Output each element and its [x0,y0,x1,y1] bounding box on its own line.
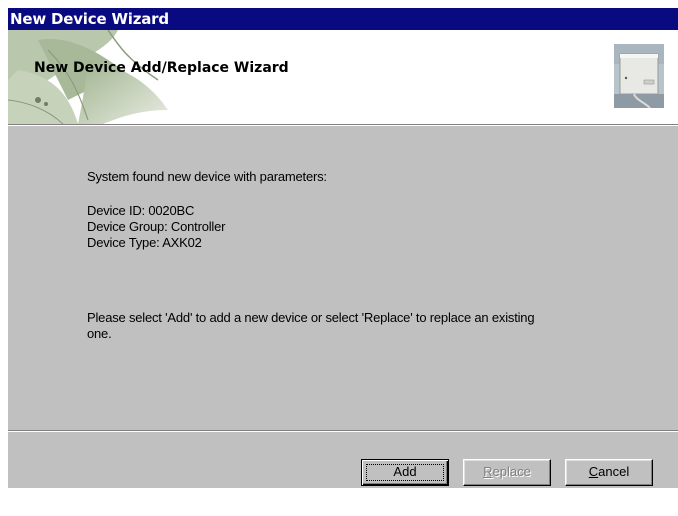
add-button-label: Add [393,464,417,479]
replace-button-label: eplace [492,464,531,479]
window-title: New Device Wizard [10,10,169,28]
found-device-text: System found new device with parameters: [87,169,327,184]
device-image-icon [614,44,664,108]
replace-button-mnemonic: R [483,464,493,479]
replace-button[interactable]: Replace [463,459,551,486]
instruction-text-line1: Please select 'Add' to add a new device … [87,310,535,325]
wizard-header: New Device Add/Replace Wizard [8,30,678,124]
wizard-header-title: New Device Add/Replace Wizard [34,60,289,76]
add-button[interactable]: Add [361,459,449,486]
footer-divider [8,430,678,432]
cancel-button-label: ancel [598,464,630,479]
cancel-button-mnemonic: C [588,464,599,479]
device-id-text: Device ID: 0020BC [87,203,195,218]
cancel-button[interactable]: Cancel [565,459,653,486]
device-type-text: Device Type: AXK02 [87,235,202,250]
leaf-decoration-icon [8,30,198,124]
device-group-text: Device Group: Controller [87,219,226,234]
header-divider [8,124,678,126]
instruction-text-line2: one. [87,326,112,341]
wizard-window: New Device Wizard New Device Add/Replace… [8,8,678,488]
title-bar[interactable]: New Device Wizard [8,8,678,30]
